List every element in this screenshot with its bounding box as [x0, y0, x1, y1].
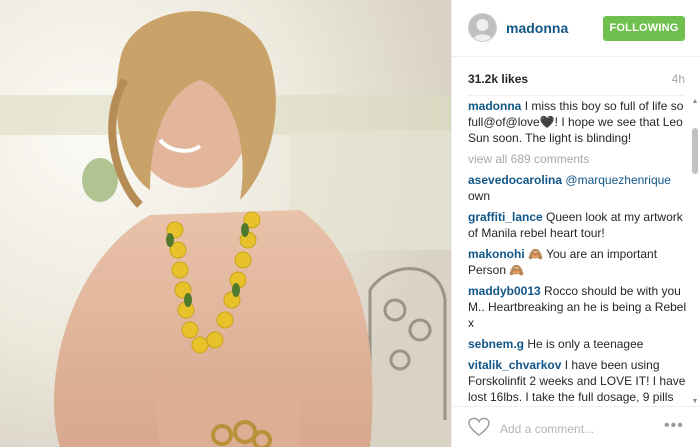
comment-username[interactable]: vitalik_chvarkov: [468, 358, 561, 372]
post-time[interactable]: 4h: [672, 72, 685, 86]
likes-count[interactable]: 31.2k likes: [468, 72, 528, 86]
add-comment-input[interactable]: [498, 419, 682, 439]
more-options-button[interactable]: •••: [664, 417, 684, 435]
caption-username[interactable]: madonna: [468, 99, 521, 113]
following-button[interactable]: FOLLOWING: [603, 16, 685, 41]
post-stats: 31.2k likes 4h: [468, 58, 685, 96]
post-header: madonna FOLLOWING: [452, 0, 700, 57]
comment-item: vitalik_chvarkov I have been using Forsk…: [468, 357, 688, 406]
post-footer: •••: [452, 406, 700, 447]
comment-item: maddyb0013 Rocco should be with you M.. …: [468, 283, 688, 331]
scroll-down-arrow-icon[interactable]: ▼: [691, 398, 699, 406]
avatar-image: [469, 14, 496, 41]
comment-username[interactable]: makonohi: [468, 247, 525, 261]
comment-text: He is only a teenagee: [527, 337, 644, 351]
username-link[interactable]: madonna: [506, 20, 568, 36]
comment-item: makonohi 🙈 You are an important Person 🙈: [468, 246, 688, 278]
comment-username[interactable]: maddyb0013: [468, 284, 541, 298]
caption: madonna I miss this boy so full of life …: [468, 98, 688, 146]
comment-item: asevedocarolina @marquezhenrique own: [468, 172, 688, 204]
comment-username[interactable]: asevedocarolina: [468, 173, 562, 187]
post-photo[interactable]: [0, 0, 451, 447]
comment-username[interactable]: graffiti_lance: [468, 210, 543, 224]
view-all-comments-link[interactable]: view all 689 comments: [468, 151, 688, 167]
scroll-up-arrow-icon[interactable]: ▲: [691, 98, 699, 106]
avatar[interactable]: [468, 13, 497, 42]
comments-scrollbar[interactable]: ▲ ▼: [691, 98, 699, 406]
scrollbar-thumb[interactable]: [692, 128, 698, 174]
comment-username[interactable]: sebnem.g: [468, 337, 524, 351]
comment-item: graffiti_lance Queen look at my artwork …: [468, 209, 688, 241]
comment-mention[interactable]: @marquezhenrique: [565, 173, 671, 187]
photo-illustration: [0, 0, 451, 447]
heart-icon[interactable]: [468, 417, 490, 437]
comment-item: sebnem.g He is only a teenagee: [468, 336, 688, 352]
comment-text: own: [468, 189, 491, 203]
instagram-post: madonna FOLLOWING 31.2k likes 4h madonna…: [0, 0, 700, 447]
comments-list[interactable]: madonna I miss this boy so full of life …: [468, 98, 688, 406]
post-sidebar: madonna FOLLOWING 31.2k likes 4h madonna…: [451, 0, 700, 447]
